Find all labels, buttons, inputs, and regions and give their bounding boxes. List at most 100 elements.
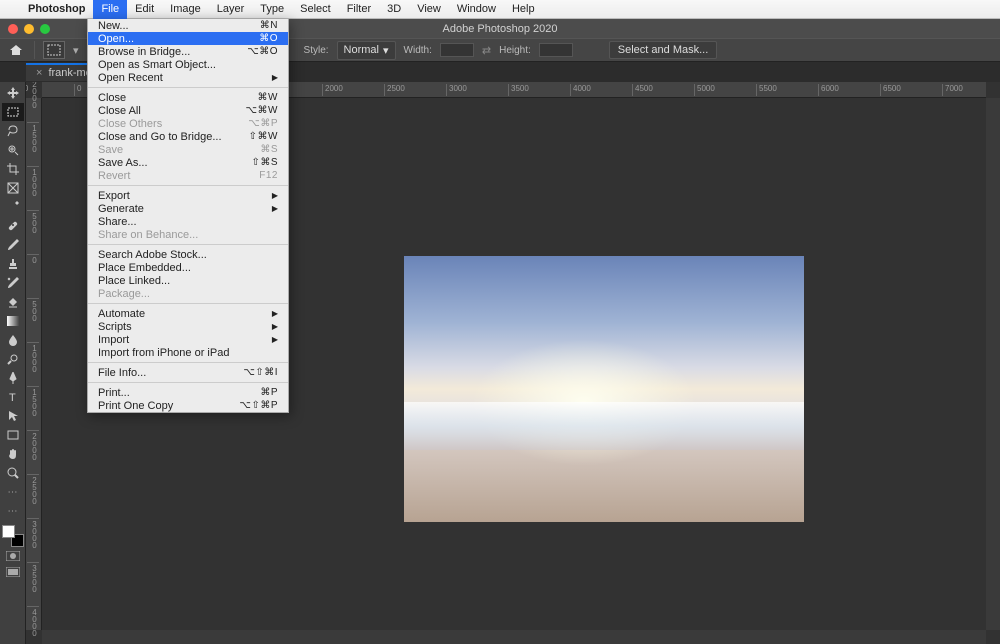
- select-and-mask-button[interactable]: Select and Mask...: [609, 41, 718, 59]
- menu-item-open[interactable]: Open...⌘O: [88, 32, 288, 45]
- move-tool-icon[interactable]: [2, 84, 24, 102]
- menu-separator: [88, 303, 288, 304]
- foreground-color[interactable]: [2, 525, 15, 538]
- menu-item-print-one-copy[interactable]: Print One Copy⌥⇧⌘P: [88, 399, 288, 412]
- menu-item-label: Open...: [98, 33, 134, 45]
- crop-tool-icon[interactable]: [2, 160, 24, 178]
- quick-select-tool-icon[interactable]: [2, 141, 24, 159]
- ruler-tick: 0: [27, 254, 39, 263]
- brush-tool-icon[interactable]: [2, 236, 24, 254]
- menu-item-print[interactable]: Print...⌘P: [88, 386, 288, 399]
- frame-tool-icon[interactable]: [2, 179, 24, 197]
- menu-item-label: Save: [98, 144, 123, 156]
- style-select[interactable]: Normal▾: [337, 41, 396, 60]
- menu-help[interactable]: Help: [504, 0, 543, 19]
- quick-mask-icon[interactable]: [2, 549, 24, 563]
- blur-tool-icon[interactable]: [2, 331, 24, 349]
- menu-file[interactable]: File: [93, 0, 127, 19]
- dodge-tool-icon[interactable]: [2, 350, 24, 368]
- menu-item-place-linked[interactable]: Place Linked...: [88, 274, 288, 287]
- menu-item-close-and-go-to-bridge[interactable]: Close and Go to Bridge...⇧⌘W: [88, 130, 288, 143]
- menu-separator: [88, 362, 288, 363]
- menu-type[interactable]: Type: [252, 0, 292, 19]
- eraser-tool-icon[interactable]: [2, 293, 24, 311]
- menu-view[interactable]: View: [409, 0, 449, 19]
- menu-item-label: Import from iPhone or iPad: [98, 347, 229, 359]
- menu-item-label: Generate: [98, 203, 144, 215]
- marquee-tool-icon[interactable]: [2, 103, 24, 121]
- eyedropper-tool-icon[interactable]: [2, 198, 24, 216]
- toolbar-more-icon[interactable]: ⋯: [2, 483, 24, 501]
- path-select-tool-icon[interactable]: [2, 407, 24, 425]
- screen-mode-icon[interactable]: [2, 565, 24, 579]
- menu-shortcut: ⌘N: [260, 20, 278, 31]
- menu-item-automate[interactable]: Automate▶: [88, 307, 288, 320]
- submenu-arrow-icon: ▶: [272, 309, 278, 318]
- menu-item-share[interactable]: Share...: [88, 215, 288, 228]
- pen-tool-icon[interactable]: [2, 369, 24, 387]
- ruler-tick: 1500: [27, 122, 39, 152]
- menu-item-open-recent[interactable]: Open Recent▶: [88, 71, 288, 84]
- ruler-tick: 2000: [27, 82, 39, 108]
- document-image[interactable]: [404, 256, 804, 522]
- menu-item-import[interactable]: Import▶: [88, 333, 288, 346]
- scrollbar-vertical[interactable]: [986, 98, 1000, 630]
- menu-item-close[interactable]: Close⌘W: [88, 91, 288, 104]
- menu-item-label: Export: [98, 190, 130, 202]
- menu-item-file-info[interactable]: File Info...⌥⇧⌘I: [88, 366, 288, 379]
- file-menu-dropdown: New...⌘NOpen...⌘OBrowse in Bridge...⌥⌘OO…: [87, 19, 289, 413]
- menu-item-import-from-iphone-or-ipad[interactable]: Import from iPhone or iPad: [88, 346, 288, 359]
- menu-window[interactable]: Window: [449, 0, 504, 19]
- menu-separator: [88, 185, 288, 186]
- ruler-tick: 1000: [27, 342, 39, 372]
- menu-item-browse-in-bridge[interactable]: Browse in Bridge...⌥⌘O: [88, 45, 288, 58]
- hand-tool-icon[interactable]: [2, 445, 24, 463]
- menu-item-generate[interactable]: Generate▶: [88, 202, 288, 215]
- home-icon[interactable]: [6, 41, 26, 59]
- menu-item-open-as-smart-object[interactable]: Open as Smart Object...: [88, 58, 288, 71]
- menu-edit[interactable]: Edit: [127, 0, 162, 19]
- menu-item-label: Open Recent: [98, 72, 163, 84]
- edit-toolbar-icon[interactable]: ⋯: [2, 502, 24, 520]
- healing-tool-icon[interactable]: [2, 217, 24, 235]
- ruler-vertical[interactable]: 2000150010005000500100015002000250030003…: [26, 98, 42, 630]
- menu-item-save: Save⌘S: [88, 143, 288, 156]
- menu-image[interactable]: Image: [162, 0, 209, 19]
- ruler-tick: 4000: [27, 606, 39, 636]
- menu-select[interactable]: Select: [292, 0, 339, 19]
- lasso-tool-icon[interactable]: [2, 122, 24, 140]
- chevron-down-icon: ▾: [383, 44, 389, 57]
- menu-item-close-all[interactable]: Close All⌥⌘W: [88, 104, 288, 117]
- type-tool-icon[interactable]: T: [2, 388, 24, 406]
- stamp-tool-icon[interactable]: [2, 255, 24, 273]
- menu-item-search-adobe-stock[interactable]: Search Adobe Stock...: [88, 248, 288, 261]
- height-input[interactable]: [539, 43, 573, 57]
- ruler-tick: 5500: [756, 84, 777, 96]
- marquee-tool-icon[interactable]: [43, 41, 65, 59]
- menu-3d[interactable]: 3D: [379, 0, 409, 19]
- menu-item-scripts[interactable]: Scripts▶: [88, 320, 288, 333]
- ruler-tick: 6500: [880, 84, 901, 96]
- scrollbar-horizontal[interactable]: [42, 630, 986, 644]
- height-label: Height:: [499, 45, 531, 56]
- menu-filter[interactable]: Filter: [339, 0, 379, 19]
- tools-panel: T ⋯ ⋯: [0, 82, 26, 644]
- menu-layer[interactable]: Layer: [209, 0, 253, 19]
- menu-shortcut: ⌥⌘W: [246, 105, 278, 116]
- chevron-down-icon[interactable]: ▾: [73, 44, 79, 57]
- menu-item-place-embedded[interactable]: Place Embedded...: [88, 261, 288, 274]
- menu-item-new[interactable]: New...⌘N: [88, 19, 288, 32]
- swap-icon[interactable]: ⇄: [482, 44, 491, 57]
- menu-item-export[interactable]: Export▶: [88, 189, 288, 202]
- width-input[interactable]: [440, 43, 474, 57]
- gradient-tool-icon[interactable]: [2, 312, 24, 330]
- color-swatches[interactable]: [2, 525, 24, 547]
- shape-tool-icon[interactable]: [2, 426, 24, 444]
- menu-item-save-as[interactable]: Save As...⇧⌘S: [88, 156, 288, 169]
- menu-item-share-on-behance: Share on Behance...: [88, 228, 288, 241]
- zoom-tool-icon[interactable]: [2, 464, 24, 482]
- ruler-tick: 6000: [818, 84, 839, 96]
- history-brush-tool-icon[interactable]: [2, 274, 24, 292]
- menu-separator: [88, 382, 288, 383]
- menu-app[interactable]: Photoshop: [20, 0, 93, 19]
